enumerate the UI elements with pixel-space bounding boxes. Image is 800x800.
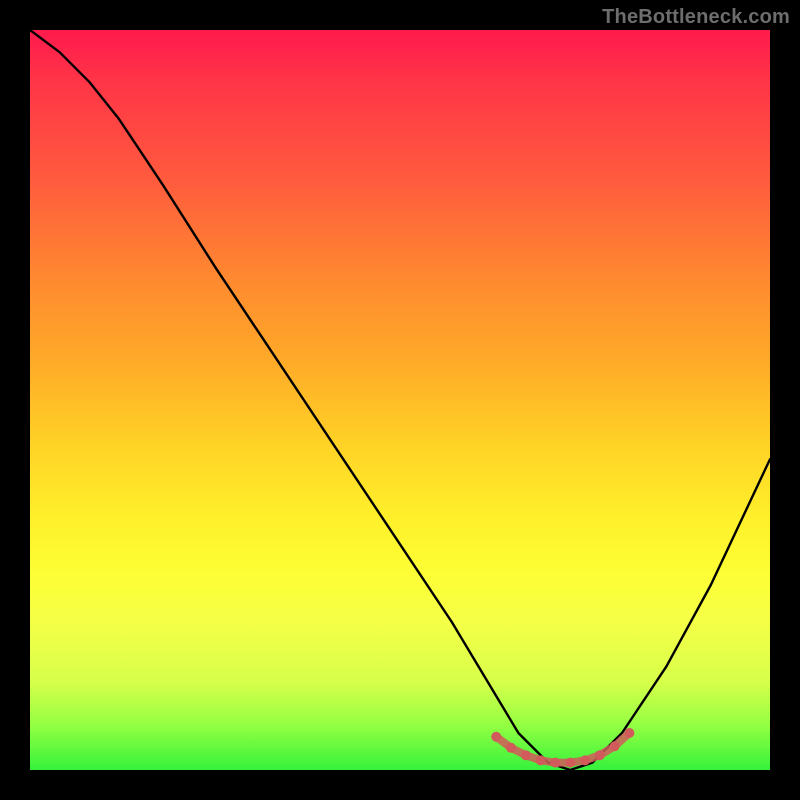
marker-dot	[550, 758, 560, 768]
marker-band	[496, 733, 629, 763]
marker-dot	[580, 755, 590, 765]
marker-dot	[624, 728, 634, 738]
chart-overlay	[30, 30, 770, 770]
marker-dot	[506, 743, 516, 753]
marker-dot	[521, 750, 531, 760]
marker-dot	[595, 750, 605, 760]
watermark-text: TheBottleneck.com	[602, 6, 790, 29]
marker-dot	[610, 741, 620, 751]
marker-dot	[565, 758, 575, 768]
plot-area	[30, 30, 770, 770]
marker-dot	[536, 755, 546, 765]
optimal-band-markers	[491, 728, 634, 768]
chart-container: TheBottleneck.com	[0, 0, 800, 800]
marker-dot	[491, 732, 501, 742]
bottleneck-curve	[30, 30, 770, 770]
